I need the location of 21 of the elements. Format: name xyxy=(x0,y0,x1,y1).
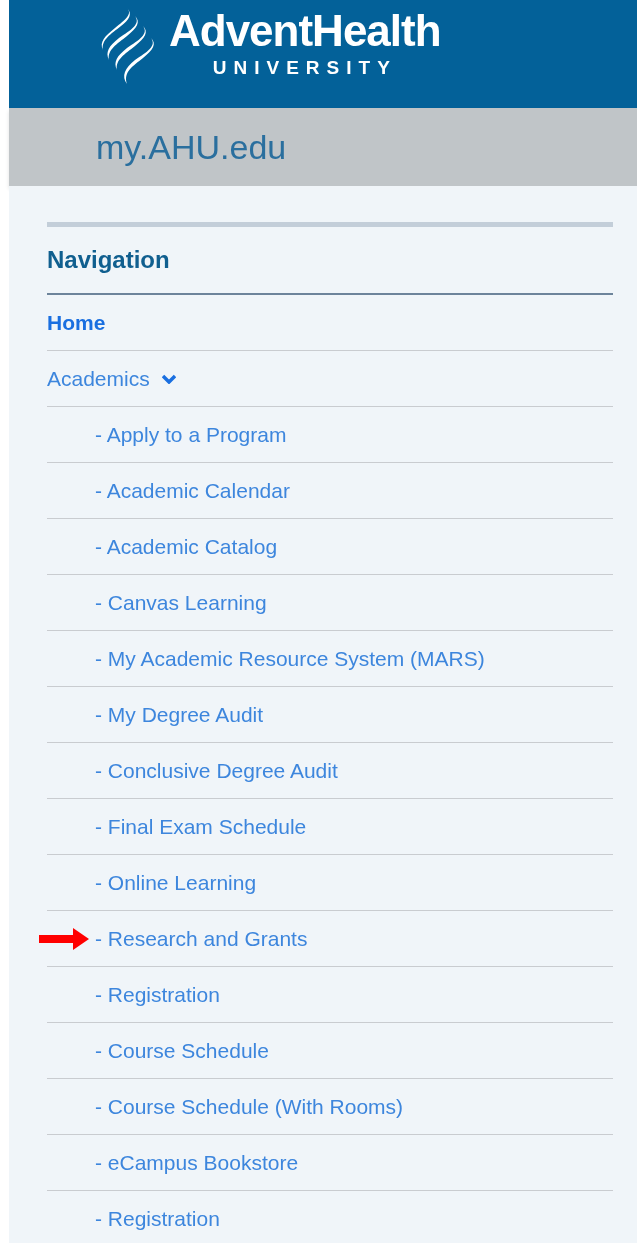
nav-sublink[interactable]: - My Academic Resource System (MARS) xyxy=(95,646,485,670)
nav-sublink[interactable]: - Research and Grants xyxy=(95,926,308,950)
nav-sublink[interactable]: - Registration xyxy=(95,1206,220,1230)
site-title: my.AHU.edu xyxy=(96,130,287,164)
nav-link[interactable]: Academics xyxy=(47,362,150,395)
nav-sublink[interactable]: - eCampus Bookstore xyxy=(95,1150,299,1174)
nav-sublink[interactable]: - Canvas Learning xyxy=(95,590,267,614)
nav-sublink[interactable]: - Course Schedule (With Rooms) xyxy=(95,1094,404,1118)
nav-link[interactable]: Home xyxy=(47,306,106,339)
nav-sublink[interactable]: - My Degree Audit xyxy=(95,702,264,726)
nav-sublink[interactable]: - Academic Calendar xyxy=(95,478,290,502)
nav-sublink[interactable]: - Course Schedule xyxy=(95,1038,269,1062)
nav-sublink[interactable]: - Registration xyxy=(95,982,220,1006)
nav-sublink[interactable]: - Academic Catalog xyxy=(95,534,278,558)
brand-name: AdventHealth xyxy=(169,6,441,56)
nav-sublink[interactable]: - Final Exam Schedule xyxy=(95,814,307,838)
nav-sublink[interactable]: - Online Learning xyxy=(95,870,257,894)
nav-sublink[interactable]: - Conclusive Degree Audit xyxy=(95,758,338,782)
nav-heading: Navigation xyxy=(47,245,170,275)
nav-sublink[interactable]: - Apply to a Program xyxy=(95,422,287,446)
brand-subtitle: UNIVERSITY xyxy=(212,56,397,80)
